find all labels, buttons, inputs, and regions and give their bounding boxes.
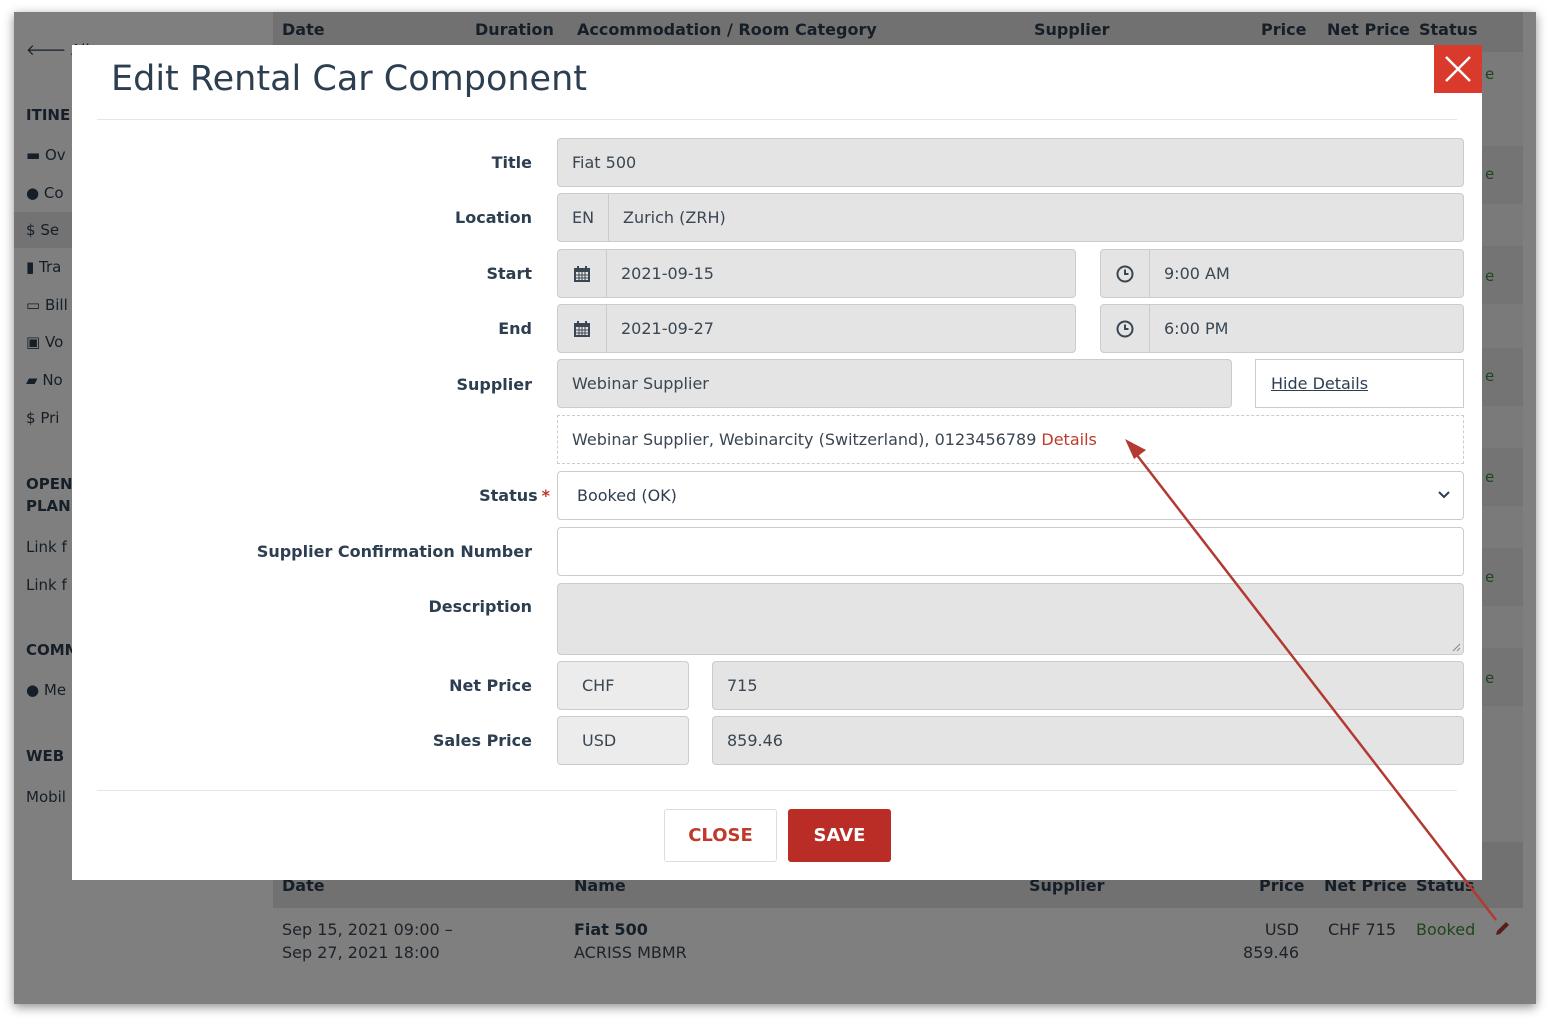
close-button[interactable]: CLOSE [664, 809, 777, 862]
hide-details-button[interactable]: Hide Details [1255, 359, 1464, 408]
modal-title: Edit Rental Car Component [111, 59, 587, 99]
sales-price-label: Sales Price [432, 731, 532, 750]
clock-icon [1116, 320, 1134, 337]
net-price-label: Net Price [449, 676, 532, 695]
title-input[interactable]: Fiat 500 [557, 138, 1464, 187]
start-label: Start [486, 264, 532, 283]
resize-grip-icon[interactable] [1451, 642, 1461, 652]
status-select[interactable]: Booked (OK) [557, 471, 1464, 520]
status-label: Status * [479, 486, 550, 505]
location-input[interactable]: Zurich (ZRH) [608, 193, 1464, 242]
confirmation-label: Supplier Confirmation Number [256, 542, 532, 561]
net-price-input[interactable]: 715 [712, 661, 1464, 710]
status-label-text: Status [479, 486, 538, 505]
confirmation-input[interactable] [557, 527, 1464, 576]
supplier-label: Supplier [456, 375, 532, 394]
required-marker: * [541, 486, 550, 505]
title-label: Title [491, 153, 532, 172]
close-icon [1445, 56, 1471, 82]
start-time-addon[interactable] [1100, 249, 1150, 298]
end-date-input[interactable]: 2021-09-27 [606, 304, 1076, 353]
divider [97, 119, 1457, 120]
start-date-addon[interactable] [557, 249, 607, 298]
description-label: Description [428, 597, 532, 616]
supplier-details-text: Webinar Supplier, Webinarcity (Switzerla… [572, 430, 1037, 449]
end-label: End [498, 319, 532, 338]
net-price-currency[interactable]: CHF [557, 661, 689, 710]
end-time-addon[interactable] [1100, 304, 1150, 353]
sales-price-currency[interactable]: USD [557, 716, 689, 765]
description-textarea[interactable] [557, 583, 1464, 655]
chevron-down-icon [1438, 491, 1450, 499]
modal-close-x-button[interactable] [1434, 45, 1482, 93]
start-time-input[interactable]: 9:00 AM [1149, 249, 1464, 298]
location-label: Location [455, 208, 532, 227]
divider [97, 790, 1457, 791]
supplier-input[interactable]: Webinar Supplier [557, 359, 1232, 408]
status-selected-value: Booked (OK) [577, 486, 677, 505]
end-time-input[interactable]: 6:00 PM [1149, 304, 1464, 353]
calendar-icon [574, 320, 590, 337]
supplier-details-link[interactable]: Details [1041, 430, 1096, 449]
end-date-addon[interactable] [557, 304, 607, 353]
start-date-input[interactable]: 2021-09-15 [606, 249, 1076, 298]
edit-rental-car-modal: Edit Rental Car Component Title Fiat 500… [72, 45, 1482, 880]
save-button[interactable]: SAVE [788, 809, 891, 862]
clock-icon [1116, 265, 1134, 282]
supplier-details-box: Webinar Supplier, Webinarcity (Switzerla… [557, 415, 1464, 464]
sales-price-input[interactable]: 859.46 [712, 716, 1464, 765]
screenshot-frame: 🡐 All ITINE ▬ Ov ● Co $ Se ▮ Tra ▭ Bill … [14, 12, 1536, 1004]
calendar-icon [574, 265, 590, 282]
language-addon[interactable]: EN [557, 193, 609, 242]
